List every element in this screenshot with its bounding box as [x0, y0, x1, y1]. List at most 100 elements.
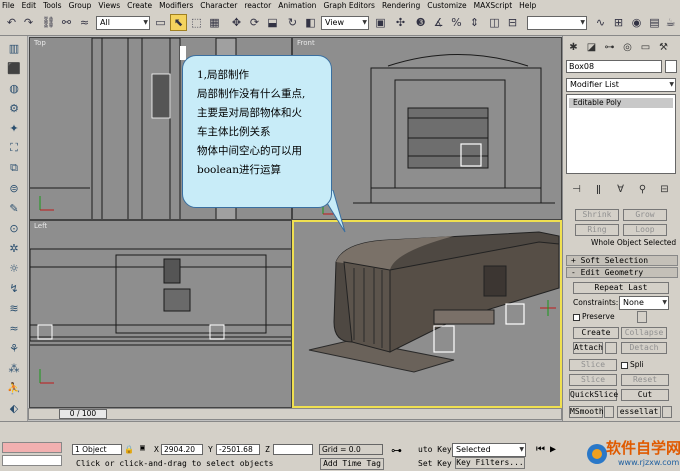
msmooth-button[interactable]: MSmooth [569, 406, 604, 418]
object-name-field[interactable]: Box08 [566, 60, 662, 73]
time-slider-thumb[interactable]: 0 / 100 [59, 409, 107, 419]
shrink-button[interactable]: Shrink [575, 209, 619, 221]
key-icon[interactable]: ⊶ [391, 444, 402, 457]
remove-modifier-icon[interactable]: ⚲ [635, 182, 650, 196]
menu-tools[interactable]: Tools [43, 1, 61, 10]
helper-icon[interactable]: ⚙ [5, 100, 23, 116]
menu-group[interactable]: Group [69, 1, 92, 10]
show-end-result-icon[interactable]: ǁ [591, 182, 606, 196]
percent-snap-icon[interactable]: % [448, 14, 465, 31]
tube-icon[interactable]: ⊙ [5, 220, 23, 236]
compound-icon[interactable]: ⧉ [5, 160, 23, 176]
edit-geometry-rollout[interactable]: - Edit Geometry [566, 267, 678, 278]
time-slider[interactable]: 0 / 100 [28, 408, 562, 420]
maxscript-output[interactable] [2, 455, 62, 466]
add-time-tag-button[interactable]: Add Time Tag [320, 458, 384, 470]
spinner-snap-icon[interactable]: ⇕ [466, 14, 483, 31]
tessellate-button[interactable]: essellat [617, 406, 661, 418]
select-region-icon[interactable]: ⬚ [188, 14, 205, 31]
display-tab-icon[interactable]: ▭ [638, 40, 653, 54]
detach-button[interactable]: Detach [621, 342, 667, 354]
menu-reactor[interactable]: reactor [244, 1, 271, 10]
menu-animation[interactable]: Animation [278, 1, 316, 10]
repeat-last-button[interactable]: Repeat Last [573, 282, 669, 294]
soft-selection-rollout[interactable]: + Soft Selection [566, 255, 678, 266]
scale-icon[interactable]: ⬓ [264, 14, 281, 31]
attach-button[interactable]: Attach [573, 342, 603, 354]
configure-sets-icon[interactable]: ⊟ [657, 182, 672, 196]
make-unique-icon[interactable]: ∀ [613, 182, 628, 196]
key-filters-button[interactable]: Key Filters... [455, 457, 525, 469]
viewport-left[interactable]: Left [29, 220, 292, 408]
x-coord-field[interactable]: 2904.20 [161, 444, 203, 455]
msmooth-settings-button[interactable] [604, 406, 614, 418]
utilities-tab-icon[interactable]: ⚒ [656, 40, 671, 54]
quick-render-icon[interactable]: ☕ [662, 14, 679, 31]
snap-icon[interactable]: ❸ [412, 14, 429, 31]
pivot-icon[interactable]: ▣ [372, 14, 389, 31]
quickslice-button[interactable]: QuickSlice [569, 389, 618, 401]
motion-tab-icon[interactable]: ◎ [620, 40, 635, 54]
menu-graph-editors[interactable]: Graph Editors [323, 1, 375, 10]
select-by-name-icon[interactable]: ⬉ [170, 14, 187, 31]
figure-icon[interactable]: ⛹ [5, 380, 23, 396]
set-key-button[interactable]: Set Key [418, 459, 452, 468]
split-checkbox[interactable]: Spli [621, 360, 644, 369]
go-to-start-icon[interactable]: ⏮ [536, 444, 545, 455]
scale-view-icon[interactable]: ◧ [302, 14, 319, 31]
lock-icon[interactable]: 🔒 [124, 445, 134, 454]
key-selection-dropdown[interactable]: Selected [452, 443, 526, 457]
create-tab-icon[interactable]: ✱ [566, 40, 581, 54]
loop-button[interactable]: Loop [623, 224, 667, 236]
bend-icon[interactable]: ≋ [5, 300, 23, 316]
named-selection-dropdown[interactable] [527, 16, 587, 30]
collapse-button[interactable]: Collapse [621, 327, 667, 339]
selection-filter-dropdown[interactable]: All [96, 16, 150, 30]
rotate-view-icon[interactable]: ↻ [284, 14, 301, 31]
light-icon[interactable]: ☼ [5, 260, 23, 276]
cylinder-icon[interactable]: ⊜ [5, 180, 23, 196]
menu-file[interactable]: File [2, 1, 15, 10]
absolute-mode-icon[interactable]: ▣ [140, 443, 145, 452]
grow-button[interactable]: Grow [623, 209, 667, 221]
reset-plane-button[interactable]: Reset Plane [621, 374, 669, 386]
sphere-icon[interactable]: ◍ [5, 80, 23, 96]
menu-modifiers[interactable]: Modifiers [159, 1, 193, 10]
menu-views[interactable]: Views [98, 1, 120, 10]
select-object-icon[interactable]: ▭ [152, 14, 169, 31]
play-icon[interactable]: ▶ [550, 444, 556, 455]
menu-maxscript[interactable]: MAXScript [474, 1, 513, 10]
create-button[interactable]: Create [573, 327, 619, 339]
schematic-icon[interactable]: ⊞ [610, 14, 627, 31]
modifier-list-dropdown[interactable]: Modifier List [566, 78, 676, 92]
slice-plane-button[interactable]: Slice Plane [569, 359, 617, 371]
particles-icon[interactable]: ⁂ [5, 360, 23, 376]
maxscript-listener[interactable] [2, 442, 62, 453]
render-scene-icon[interactable]: ▤ [646, 14, 663, 31]
window-crossing-icon[interactable]: ▦ [206, 14, 223, 31]
skin-icon[interactable]: ⚘ [5, 340, 23, 356]
gear-icon[interactable]: ✲ [5, 240, 23, 256]
undo-icon[interactable]: ↶ [3, 14, 20, 31]
preserve-checkbox[interactable]: Preserve [573, 312, 615, 321]
menu-edit[interactable]: Edit [22, 1, 37, 10]
link-icon[interactable]: ⛓ [40, 14, 57, 31]
preserve-check-box[interactable] [573, 313, 580, 321]
angle-snap-icon[interactable]: ∡ [430, 14, 447, 31]
pin-stack-icon[interactable]: ⊣ [569, 182, 584, 196]
modeling-icon[interactable]: ▥ [5, 40, 23, 56]
attach-list-button[interactable] [605, 342, 617, 354]
split-check-box[interactable] [621, 361, 628, 369]
select-manipulate-icon[interactable]: ✣ [392, 14, 409, 31]
unlink-icon[interactable]: ⚯ [58, 14, 75, 31]
box-icon[interactable]: ⬛ [5, 60, 23, 76]
cut-button[interactable]: Cut [621, 389, 669, 401]
modify-tab-icon[interactable]: ◪ [584, 40, 599, 54]
ring-button[interactable]: Ring [575, 224, 619, 236]
move-icon[interactable]: ✥ [228, 14, 245, 31]
object-color-swatch[interactable] [665, 60, 677, 73]
rotate-icon[interactable]: ⟳ [246, 14, 263, 31]
bones-icon[interactable]: ✦ [5, 120, 23, 136]
shape-icon[interactable]: ✎ [5, 200, 23, 216]
curve-editor-icon[interactable]: ∿ [592, 14, 609, 31]
